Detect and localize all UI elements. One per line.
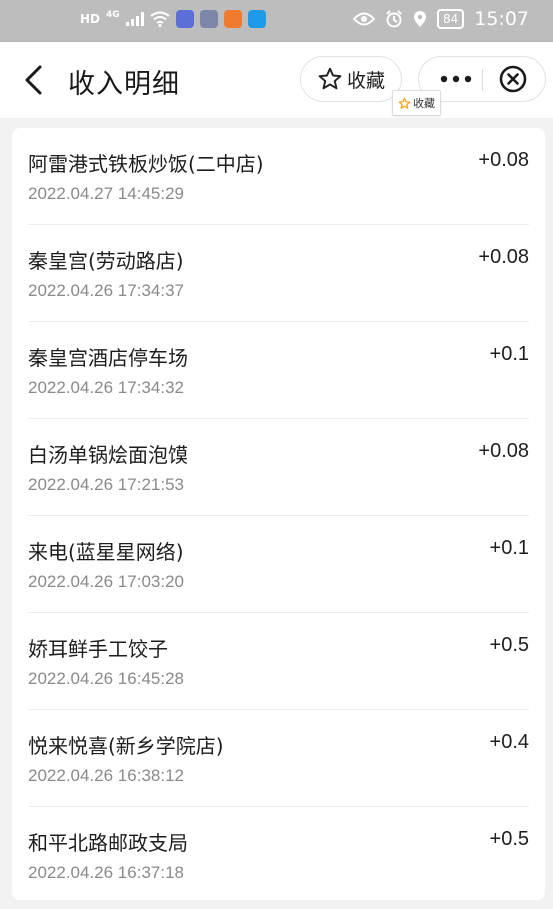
income-amount: +0.08 [478,440,529,462]
list-item[interactable]: 秦皇宫酒店停车场 2022.04.26 17:34:32 +0.1 [28,322,529,419]
transaction-time: 2022.04.26 17:34:37 [28,281,184,300]
merchant-name: 秦皇宫酒店停车场 [28,346,188,370]
transaction-time: 2022.04.27 14:45:29 [28,184,184,203]
favorite-label: 收藏 [346,69,385,92]
status-left: HD 4G [80,10,266,28]
status-right: 84 15:07 [352,8,529,30]
signal-icon [125,12,144,26]
nav-header: 收入明细 收藏 收藏 [0,42,553,118]
income-amount: +0.5 [489,828,529,850]
list-item[interactable]: 白汤单锅烩面泡馍 2022.04.26 17:21:53 +0.08 [28,419,529,516]
page-title: 收入明细 [68,69,180,100]
transaction-time: 2022.04.26 17:03:20 [28,572,184,591]
favorite-button[interactable]: 收藏 [300,56,402,102]
list-item[interactable]: 悦来悦喜(新乡学院店) 2022.04.26 16:38:12 +0.4 [28,710,529,807]
merchant-name: 悦来悦喜(新乡学院店) [28,734,224,758]
hand-app-icon [199,10,218,28]
status-bar: HD 4G 84 15:07 [0,0,553,42]
alarm-icon [386,10,402,28]
location-icon [413,11,426,27]
merchant-name: 阿雷港式铁板炒饭(二中店) [28,152,264,176]
list-item[interactable]: 和平北路邮政支局 2022.04.26 16:37:18 +0.5 [28,807,529,900]
list-item[interactable]: 阿雷港式铁板炒饭(二中店) 2022.04.27 14:45:29 +0.08 [28,128,529,225]
eye-icon [352,12,375,26]
tooltip-label: 收藏 [413,97,435,110]
income-amount: +0.1 [489,537,529,559]
video-app-icon [223,10,242,28]
merchant-name: 来电(蓝星星网络) [28,540,184,564]
merchant-name: 和平北路邮政支局 [28,831,188,855]
close-circle-icon[interactable] [499,65,527,93]
battery-level: 84 [436,9,465,29]
hd-indicator: HD [80,12,101,26]
favorite-tooltip: 收藏 [392,90,441,116]
star-icon [318,67,342,90]
merchant-name: 秦皇宫(劳动路店) [28,249,184,273]
income-amount: +0.5 [489,634,529,656]
transaction-time: 2022.04.26 16:38:12 [28,766,184,785]
search-app-icon [247,10,266,28]
transaction-time: 2022.04.26 17:21:53 [28,475,184,494]
transaction-time: 2022.04.26 16:45:28 [28,669,184,688]
merchant-name: 娇耳鲜手工饺子 [28,637,168,661]
list-item[interactable]: 秦皇宫(劳动路店) 2022.04.26 17:34:37 +0.08 [28,225,529,322]
tooltip-star-icon [398,97,411,109]
list-item[interactable]: 娇耳鲜手工饺子 2022.04.26 16:45:28 +0.5 [28,613,529,710]
income-amount: +0.08 [478,149,529,171]
income-amount: +0.1 [489,343,529,365]
network-type: 4G [106,10,120,20]
wifi-icon [150,11,170,27]
music-app-icon [175,10,194,28]
transaction-time: 2022.04.26 17:34:32 [28,378,184,397]
income-amount: +0.4 [489,731,529,753]
income-list: 阿雷港式铁板炒饭(二中店) 2022.04.27 14:45:29 +0.08 … [12,128,545,900]
merchant-name: 白汤单锅烩面泡馍 [28,443,188,467]
transaction-time: 2022.04.26 16:37:18 [28,863,184,882]
back-arrow-icon[interactable] [20,64,48,96]
list-item[interactable]: 来电(蓝星星网络) 2022.04.26 17:03:20 +0.1 [28,516,529,613]
capsule-divider [482,69,483,91]
income-amount: +0.08 [478,246,529,268]
clock: 15:07 [474,8,529,30]
more-options-icon[interactable] [439,69,473,89]
